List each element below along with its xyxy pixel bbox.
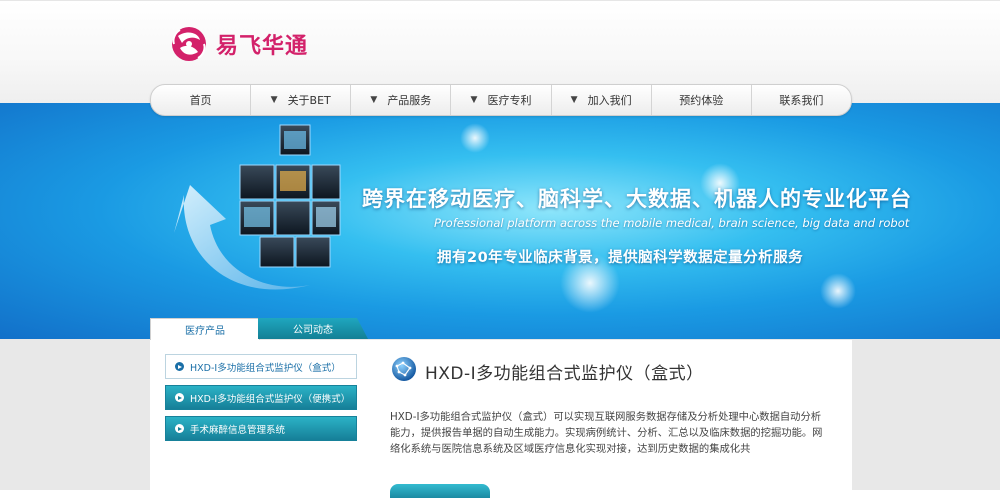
sidebar-item-label: HXD-I多功能组合式监护仪（便携式） bbox=[190, 393, 351, 405]
nav-item-contact[interactable]: 联系我们 bbox=[752, 85, 851, 115]
play-bullet-icon bbox=[175, 424, 184, 433]
light-flare bbox=[460, 123, 490, 153]
nav-item-patents[interactable]: ▼ 医疗专利 bbox=[451, 85, 552, 115]
brand-name: 易飞华通 bbox=[216, 34, 309, 59]
nav-label: 加入我们 bbox=[587, 94, 632, 107]
sidebar-item-monitor-portable[interactable]: HXD-I多功能组合式监护仪（便携式） bbox=[165, 385, 357, 410]
light-flare bbox=[820, 273, 856, 309]
globe-network-icon bbox=[392, 357, 416, 381]
tab-medical-products[interactable]: 医疗产品 bbox=[150, 318, 260, 340]
caret-down-icon: ▼ bbox=[570, 95, 578, 105]
nav-item-about[interactable]: ▼ 关于BET bbox=[251, 85, 352, 115]
nav-label: 首页 bbox=[189, 94, 212, 107]
product-title: HXD-I多功能组合式监护仪（盒式） bbox=[425, 364, 704, 384]
nav-label: 产品服务 bbox=[387, 94, 432, 107]
caret-down-icon: ▼ bbox=[270, 95, 278, 105]
content-tabs: 医疗产品 公司动态 bbox=[150, 318, 375, 340]
product-sidebar: HXD-I多功能组合式监护仪（盒式） HXD-I多功能组合式监护仪（便携式） 手… bbox=[150, 340, 365, 490]
main-nav: 首页 ▼ 关于BET ▼ 产品服务 ▼ 医疗专利 ▼ 加入我们 预约体验 联系我… bbox=[150, 84, 852, 116]
caret-down-icon: ▼ bbox=[470, 95, 478, 105]
banner-subtitle: Professional platform across the mobile … bbox=[434, 216, 910, 230]
media-cube-illustration bbox=[174, 124, 341, 290]
sidebar-item-label: HXD-I多功能组合式监护仪（盒式） bbox=[190, 362, 341, 374]
product-description: HXD-I多功能组合式监护仪（盒式）可以实现互联网服务数据存储及分析处理中心数据… bbox=[390, 411, 823, 455]
banner-description: 拥有20年专业临床背景，提供脑科学数据定量分析服务 bbox=[437, 250, 804, 266]
caret-down-icon: ▼ bbox=[370, 95, 378, 105]
sidebar-item-monitor-box[interactable]: HXD-I多功能组合式监护仪（盒式） bbox=[165, 354, 357, 379]
nav-item-home[interactable]: 首页 bbox=[151, 85, 252, 115]
nav-item-products[interactable]: ▼ 产品服务 bbox=[351, 85, 452, 115]
tab-company-news[interactable]: 公司动态 bbox=[258, 318, 368, 339]
play-bullet-icon bbox=[175, 393, 184, 402]
product-detail: HXD-I多功能组合式监护仪（盒式） HXD-I多功能组合式监护仪（盒式）可以实… bbox=[365, 340, 852, 498]
logo[interactable]: 易飞华通 bbox=[168, 24, 308, 64]
nav-item-booking[interactable]: 预约体验 bbox=[652, 85, 752, 115]
nav-item-join[interactable]: ▼ 加入我们 bbox=[552, 85, 652, 115]
nav-label: 预约体验 bbox=[679, 94, 724, 107]
banner-title: 跨界在移动医疗、脑科学、大数据、机器人的专业化平台 bbox=[362, 187, 912, 211]
sidebar-item-label: 手术麻醉信息管理系统 bbox=[190, 424, 286, 436]
more-button[interactable] bbox=[390, 484, 490, 498]
sidebar-item-anesthesia-system[interactable]: 手术麻醉信息管理系统 bbox=[165, 416, 357, 441]
nav-label: 关于BET bbox=[287, 94, 331, 107]
hero-banner[interactable]: 跨界在移动医疗、脑科学、大数据、机器人的专业化平台 Professional p… bbox=[0, 103, 1000, 339]
nav-label: 联系我们 bbox=[779, 94, 824, 107]
logo-emblem-icon bbox=[172, 27, 206, 61]
play-bullet-icon bbox=[175, 362, 184, 371]
nav-label: 医疗专利 bbox=[487, 94, 532, 107]
